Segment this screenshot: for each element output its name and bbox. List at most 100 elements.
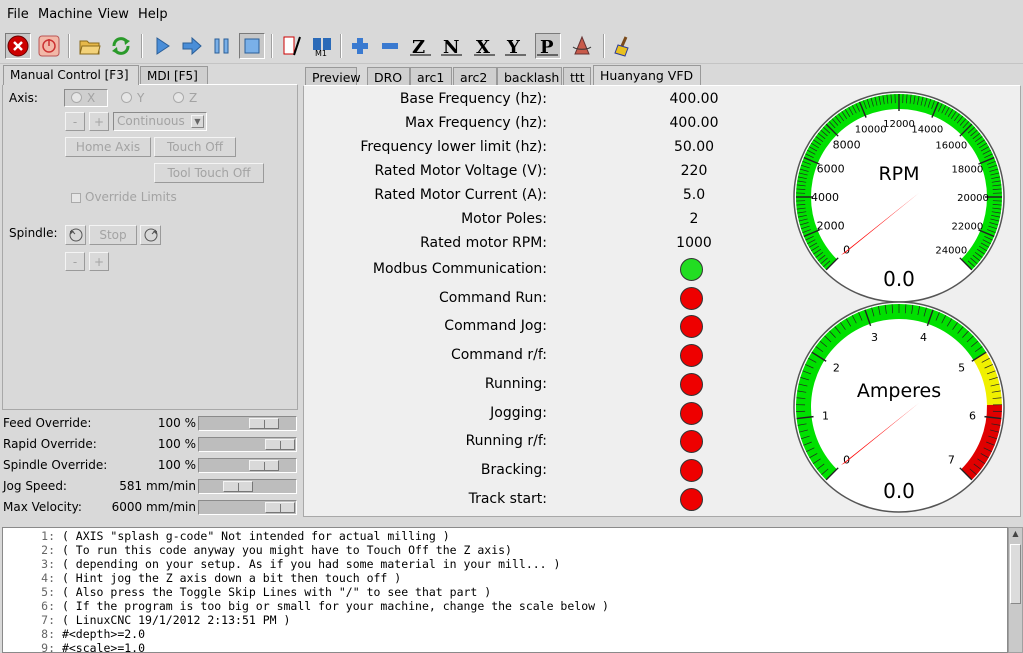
gcode-line-text: ( LinuxCNC 19/1/2012 2:13:51 PM ) [61, 613, 291, 627]
gcode-scrollbar[interactable]: ▲ [1008, 527, 1023, 653]
spindle-override-slider[interactable] [198, 458, 297, 473]
view-z-button[interactable]: Z [408, 33, 434, 59]
amperes-gauge-title: Amperes [857, 380, 941, 402]
tab-manual-control[interactable]: Manual Control [F3] [3, 65, 139, 85]
zoom-out-button[interactable] [377, 33, 403, 59]
gcode-line[interactable]: 1: ( AXIS "splash g-code" Not intended f… [3, 529, 450, 543]
status-label: Modbus Communication: [372, 261, 547, 277]
slider-thumb[interactable] [248, 460, 279, 471]
open-file-button[interactable] [77, 33, 103, 59]
spindle-minus-button[interactable]: - [65, 252, 85, 271]
pause-button[interactable] [209, 33, 235, 59]
status-led [680, 458, 703, 482]
jog-minus-button[interactable]: - [65, 112, 85, 131]
gcode-line-number: 9: [41, 641, 55, 653]
tab-preview[interactable]: Preview [305, 67, 361, 86]
gcode-line[interactable]: 6: ( If the program is too big or small … [3, 599, 609, 613]
menu-view[interactable]: View [98, 7, 129, 22]
gauge-tick-label: 0 [843, 243, 850, 256]
minus-icon [382, 43, 398, 49]
axis-x-radio[interactable]: X [64, 89, 108, 107]
jog-increment-value: Continuous [117, 114, 185, 128]
tab-dro[interactable]: DRO [367, 67, 410, 86]
slider-thumb[interactable] [265, 439, 295, 450]
axis-z-radio[interactable]: Z [171, 91, 211, 107]
slider-thumb[interactable] [248, 418, 279, 429]
scroll-thumb[interactable] [1010, 544, 1021, 604]
touch-off-button[interactable]: Touch Off [154, 137, 236, 157]
menu-help[interactable]: Help [138, 7, 168, 22]
power-icon [38, 35, 60, 57]
spindle-plus-button[interactable]: + [89, 252, 109, 271]
max-velocity-label: Max Velocity: [3, 500, 82, 514]
tab-huanyang-vfd[interactable]: Huanyang VFD [593, 65, 701, 85]
rapid-override-label: Rapid Override: [3, 437, 97, 451]
step-button[interactable] [179, 33, 205, 59]
view-z-icon: Z [410, 37, 431, 57]
jog-speed-value: 581 mm/min [119, 479, 196, 493]
stop-button[interactable] [239, 33, 265, 59]
jog-plus-button[interactable]: + [89, 112, 109, 131]
gauge-tick-label: 4 [920, 331, 927, 344]
tab-arc2[interactable]: arc2 [453, 67, 497, 86]
jog-increment-select[interactable]: Continuous ▼ [113, 112, 207, 131]
tool-touch-off-button[interactable]: Tool Touch Off [154, 163, 264, 183]
run-button[interactable] [149, 33, 175, 59]
gauge-tick-label: 10000 [855, 125, 887, 136]
radio-icon [71, 92, 82, 103]
rpm-value: 0.0 [883, 267, 915, 291]
machine-power-button[interactable] [36, 33, 62, 59]
view-y-button[interactable]: Y [503, 33, 529, 59]
status-label: Track start: [468, 490, 547, 507]
estop-button[interactable] [5, 33, 31, 59]
gcode-listing[interactable]: 1: ( AXIS "splash g-code" Not intended f… [2, 527, 1008, 653]
gcode-line[interactable]: 2: ( To run this code anyway you might h… [3, 543, 512, 557]
feed-override-slider[interactable] [198, 416, 297, 431]
menu-machine[interactable]: Machine [38, 7, 92, 22]
spindle-cw-button[interactable] [140, 225, 161, 245]
status-led [680, 344, 703, 368]
rapid-override-slider[interactable] [198, 437, 297, 452]
axis-z-label: Z [189, 91, 198, 105]
gcode-line-number: 3: [41, 557, 55, 571]
tab-backlash[interactable]: backlash [497, 67, 562, 86]
tab-ttt[interactable]: ttt [563, 67, 591, 86]
gcode-line[interactable]: 9: #<scale>=1.0 [3, 641, 146, 653]
chevron-down-icon: ▼ [191, 115, 204, 128]
menu-file[interactable]: File [7, 7, 29, 22]
slider-thumb[interactable] [222, 481, 253, 492]
gcode-line[interactable]: 3: ( depending on your setup. As if you … [3, 557, 560, 571]
max-velocity-slider[interactable] [198, 500, 297, 515]
view-z-rotated-button[interactable]: N [439, 33, 465, 59]
gcode-line[interactable]: 8: #<depth>=2.0 [3, 627, 145, 641]
axis-y-radio[interactable]: Y [119, 91, 159, 107]
radio-icon [173, 92, 184, 103]
spindle-stop-button[interactable]: Stop [89, 225, 137, 245]
spindle-ccw-button[interactable] [65, 225, 86, 245]
skip-lines-button[interactable] [279, 33, 305, 59]
gcode-line[interactable]: 4: ( Hint jog the Z axis down a bit then… [3, 571, 401, 585]
gcode-line[interactable]: 7: ( LinuxCNC 19/1/2012 2:13:51 PM ) [3, 613, 290, 627]
reload-button[interactable] [108, 33, 134, 59]
optional-stop-button[interactable]: M1 [309, 33, 335, 59]
scroll-up-icon[interactable]: ▲ [1010, 529, 1021, 541]
zoom-in-button[interactable] [347, 33, 373, 59]
svg-text:Z: Z [412, 37, 425, 57]
tab-mdi[interactable]: MDI [F5] [140, 66, 208, 85]
rotate-view-button[interactable] [569, 33, 595, 59]
param-value: 400.00 [669, 115, 719, 131]
view-perspective-button[interactable]: P [535, 33, 561, 59]
home-axis-button[interactable]: Home Axis [65, 137, 151, 157]
slider-thumb[interactable] [265, 502, 295, 513]
jog-speed-slider[interactable] [198, 479, 297, 494]
clear-plot-button[interactable] [611, 33, 637, 59]
folder-open-icon [79, 40, 101, 55]
override-limits-checkbox[interactable] [71, 193, 81, 203]
rapid-override-value: 100 % [157, 437, 196, 451]
feed-override-label: Feed Override: [3, 416, 92, 430]
view-x-button[interactable]: X [472, 33, 498, 59]
tab-arc1[interactable]: arc1 [410, 67, 452, 86]
gcode-line-text: #<scale>=1.0 [61, 641, 146, 653]
view-z2-icon: N [441, 37, 462, 57]
gcode-line[interactable]: 5: ( Also press the Toggle Skip Lines wi… [3, 585, 491, 599]
